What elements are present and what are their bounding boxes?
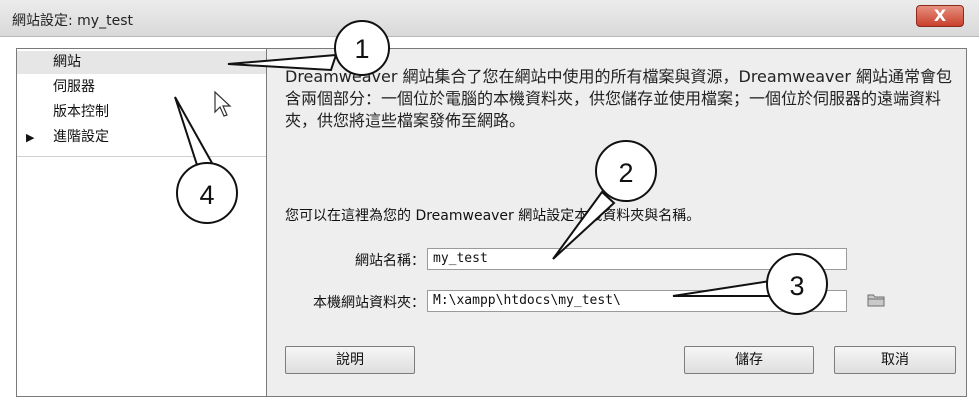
site-settings-panel: Dreamweaver 網站集合了您在網站中使用的所有檔案與資源，Dreamwe… (267, 48, 967, 397)
title-bar: 網站設定: my_test X (0, 0, 979, 37)
folder-icon[interactable] (867, 293, 885, 307)
site-settings-dialog: 網站設定: my_test X 網站 伺服器 版本控制 ▶ 進階設定 Dream… (0, 0, 979, 407)
help-button[interactable]: 說明 (285, 346, 415, 374)
local-folder-label: 本機網站資料夾： (313, 295, 425, 311)
sidebar-item-version-control[interactable]: 版本控制 (17, 101, 266, 124)
site-description: Dreamweaver 網站集合了您在網站中使用的所有檔案與資源，Dreamwe… (285, 67, 952, 130)
local-folder-field[interactable]: M:\xampp\htdocs\my_test\ (427, 290, 847, 312)
sidebar-item-label: 版本控制 (53, 104, 109, 120)
intro-text: 您可以在這裡為您的 Dreamweaver 網站設定本機資料夾與名稱。 (285, 208, 701, 224)
close-button[interactable]: X (916, 5, 964, 27)
window-title: 網站設定: my_test (12, 13, 133, 29)
sidebar-item-site[interactable]: 網站 (17, 51, 266, 74)
close-icon: X (933, 6, 947, 25)
sidebar-item-label: 進階設定 (53, 129, 109, 145)
settings-sidebar: 網站 伺服器 版本控制 ▶ 進階設定 (16, 48, 267, 397)
site-name-label: 網站名稱： (355, 253, 425, 269)
sidebar-item-servers[interactable]: 伺服器 (17, 76, 266, 99)
sidebar-item-label: 網站 (53, 54, 81, 70)
cancel-button[interactable]: 取消 (834, 346, 956, 374)
site-name-field[interactable]: my_test (427, 248, 847, 270)
sidebar-item-advanced[interactable]: ▶ 進階設定 (17, 126, 266, 149)
expand-arrow-icon[interactable]: ▶ (26, 126, 34, 149)
save-button[interactable]: 儲存 (684, 346, 814, 374)
sidebar-item-label: 伺服器 (53, 79, 95, 95)
sidebar-divider (17, 156, 266, 157)
